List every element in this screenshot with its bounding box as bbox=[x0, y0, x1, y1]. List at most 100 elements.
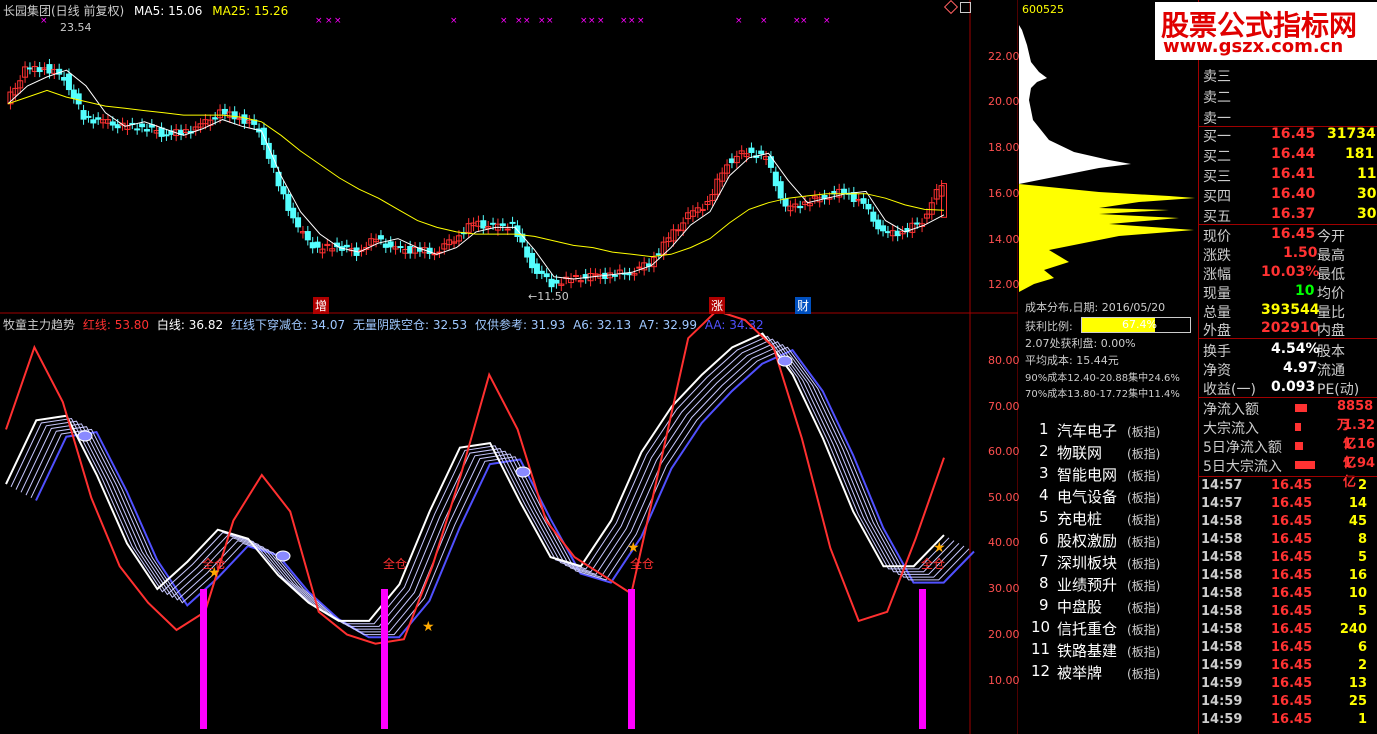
ma5-line bbox=[7, 69, 945, 280]
signal-x-mark: × bbox=[637, 16, 645, 26]
peak-marker-icon bbox=[777, 355, 793, 367]
peak-marker-icon bbox=[275, 550, 291, 562]
candle-body bbox=[314, 241, 321, 248]
candle-body bbox=[914, 222, 921, 225]
candle-body bbox=[860, 198, 867, 204]
candle-body bbox=[304, 231, 311, 241]
flow-row: 5日净流入额 1.16亿 bbox=[1203, 437, 1376, 471]
sector-item[interactable]: 8 业绩预升 (板指) bbox=[1019, 574, 1197, 596]
signal-x-mark: × bbox=[538, 16, 546, 26]
tick-row: 14:59 16.45 2 bbox=[1201, 658, 1367, 673]
bid-row[interactable]: 买一 16.45 31734 bbox=[1199, 126, 1377, 145]
signal-x-mark: × bbox=[523, 16, 531, 26]
tick-row: 14:58 16.45 240 bbox=[1201, 622, 1367, 637]
candle-body bbox=[875, 219, 882, 230]
price-tick: 18.00 bbox=[988, 141, 1020, 154]
candle-body bbox=[309, 242, 316, 249]
candle-body bbox=[231, 111, 238, 120]
ind-tick: 60.00 bbox=[988, 445, 1020, 458]
high-price-label: 23.54 bbox=[60, 21, 92, 34]
cost-panel: 600525 成本分布,日期: 2016/05/20 获利比例: 67.4% 2… bbox=[1019, 0, 1197, 734]
profit-value: 67.4% bbox=[1122, 318, 1157, 331]
sector-list: 1 汽车电子 (板指) 2 物联网 (板指) 3 智能电网 (板指) 4 电气设备 (板指) 5… bbox=[1019, 420, 1197, 690]
candle-body bbox=[109, 121, 116, 126]
price-tick: 20.00 bbox=[988, 95, 1020, 108]
sector-item[interactable]: 11 铁路基建 (板指) bbox=[1019, 640, 1197, 662]
bid-row[interactable]: 买五 16.37 30 bbox=[1199, 206, 1377, 225]
candle-body bbox=[611, 274, 618, 277]
candle-body bbox=[797, 205, 804, 209]
candle-body bbox=[538, 270, 545, 274]
sector-item[interactable]: 3 智能电网 (板指) bbox=[1019, 464, 1197, 486]
ind-tick: 20.00 bbox=[988, 628, 1020, 641]
sector-item[interactable]: 9 中盘股 (板指) bbox=[1019, 596, 1197, 618]
marker-rise: 涨 bbox=[709, 297, 726, 314]
stat-label: 现价 bbox=[1203, 229, 1231, 245]
signal-x-mark: × bbox=[800, 16, 808, 26]
candle-body bbox=[655, 253, 662, 256]
runner-icon: ★ bbox=[933, 540, 946, 556]
site-logo: 股票公式指标网 www.gszx.com.cn bbox=[1155, 2, 1377, 60]
bid-row[interactable]: 买二 16.44 181 bbox=[1199, 146, 1377, 165]
candle-body bbox=[26, 67, 33, 70]
sector-item[interactable]: 10 信托重仓 (板指) bbox=[1019, 618, 1197, 640]
stat-value: 16.45 bbox=[1271, 226, 1316, 242]
candle-body bbox=[407, 245, 414, 254]
flow-row: 净流入额 8858万 bbox=[1203, 399, 1374, 433]
candle-body bbox=[509, 221, 516, 224]
candle-body bbox=[387, 241, 394, 248]
candle-body bbox=[529, 252, 536, 269]
profit-bar: 67.4% bbox=[1081, 317, 1191, 333]
candle-body bbox=[61, 76, 68, 81]
ind-tick: 30.00 bbox=[988, 582, 1020, 595]
signal-label: 全仓 bbox=[202, 557, 227, 571]
tick-row: 14:58 16.45 10 bbox=[1201, 586, 1367, 601]
candle-body bbox=[548, 278, 555, 288]
candle-body bbox=[75, 93, 82, 105]
tick-row: 14:58 16.45 5 bbox=[1201, 550, 1367, 565]
avg-cost: 平均成本: 15.44元 bbox=[1025, 354, 1119, 367]
sector-item[interactable]: 2 物联网 (板指) bbox=[1019, 442, 1197, 464]
sector-item[interactable]: 4 电气设备 (板指) bbox=[1019, 486, 1197, 508]
candlestick-panel[interactable]: 长园集团(日线 前复权) MA5: 15.06 MA25: 15.26 × × × ×… bbox=[0, 0, 1018, 314]
tick-row: 14:57 16.45 2 bbox=[1201, 478, 1367, 493]
marker-finance: 财 bbox=[795, 297, 812, 314]
sector-item[interactable]: 5 充电桩 (板指) bbox=[1019, 508, 1197, 530]
candle-body bbox=[143, 129, 150, 132]
signal-x-mark: × bbox=[40, 16, 48, 26]
profit-at: 2.07处获利盘: 0.00% bbox=[1025, 337, 1136, 350]
stat-label2: 今开 bbox=[1317, 229, 1345, 245]
candle-body bbox=[894, 230, 901, 237]
indicator-panel[interactable]: 牧童主力趋势 红线: 53.80 白线: 36.82 红线下穿减仓: 34.07… bbox=[0, 314, 1018, 734]
signal-x-mark: × bbox=[450, 16, 458, 26]
low-price-label: ←11.50 bbox=[528, 290, 569, 303]
candle-body bbox=[758, 150, 765, 155]
candle-body bbox=[524, 246, 531, 258]
flow-row: 5日大宗流入 1.94亿 bbox=[1203, 456, 1376, 490]
tick-row: 14:58 16.45 8 bbox=[1201, 532, 1367, 547]
bid-row[interactable]: 买四 16.40 30 bbox=[1199, 186, 1377, 205]
sector-item[interactable]: 1 汽车电子 (板指) bbox=[1019, 420, 1197, 442]
tick-row: 14:59 16.45 1 bbox=[1201, 712, 1367, 727]
candle-body bbox=[748, 147, 755, 153]
tick-row: 14:59 16.45 25 bbox=[1201, 694, 1367, 709]
candle-body bbox=[397, 246, 404, 249]
candle-body bbox=[553, 279, 560, 284]
cost-date: 成本分布,日期: 2016/05/20 bbox=[1025, 301, 1166, 314]
candle-body bbox=[480, 220, 487, 229]
ind-tick: 80.00 bbox=[988, 354, 1020, 367]
ind-tick: 40.00 bbox=[988, 536, 1020, 549]
bid-row[interactable]: 买三 16.41 11 bbox=[1199, 166, 1377, 185]
candle-body bbox=[377, 235, 384, 240]
signal-bar bbox=[919, 589, 926, 729]
indicator-axis: 80.00 70.00 60.00 50.00 40.00 30.00 20.0… bbox=[970, 314, 1020, 734]
sector-item[interactable]: 12 被举牌 (板指) bbox=[1019, 662, 1197, 684]
sector-item[interactable]: 6 股权激励 (板指) bbox=[1019, 530, 1197, 552]
tick-list[interactable]: 14:57 16.45 2 14:57 16.45 14 14:58 16.45 45 14… bbox=[1199, 478, 1377, 734]
tick-row: 14:58 16.45 6 bbox=[1201, 640, 1367, 655]
price-tick: 12.00 bbox=[988, 278, 1020, 291]
signal-x-mark: × bbox=[500, 16, 508, 26]
candle-body bbox=[134, 128, 141, 131]
sector-item[interactable]: 7 深圳板块 (板指) bbox=[1019, 552, 1197, 574]
ind-tick: 70.00 bbox=[988, 400, 1020, 413]
